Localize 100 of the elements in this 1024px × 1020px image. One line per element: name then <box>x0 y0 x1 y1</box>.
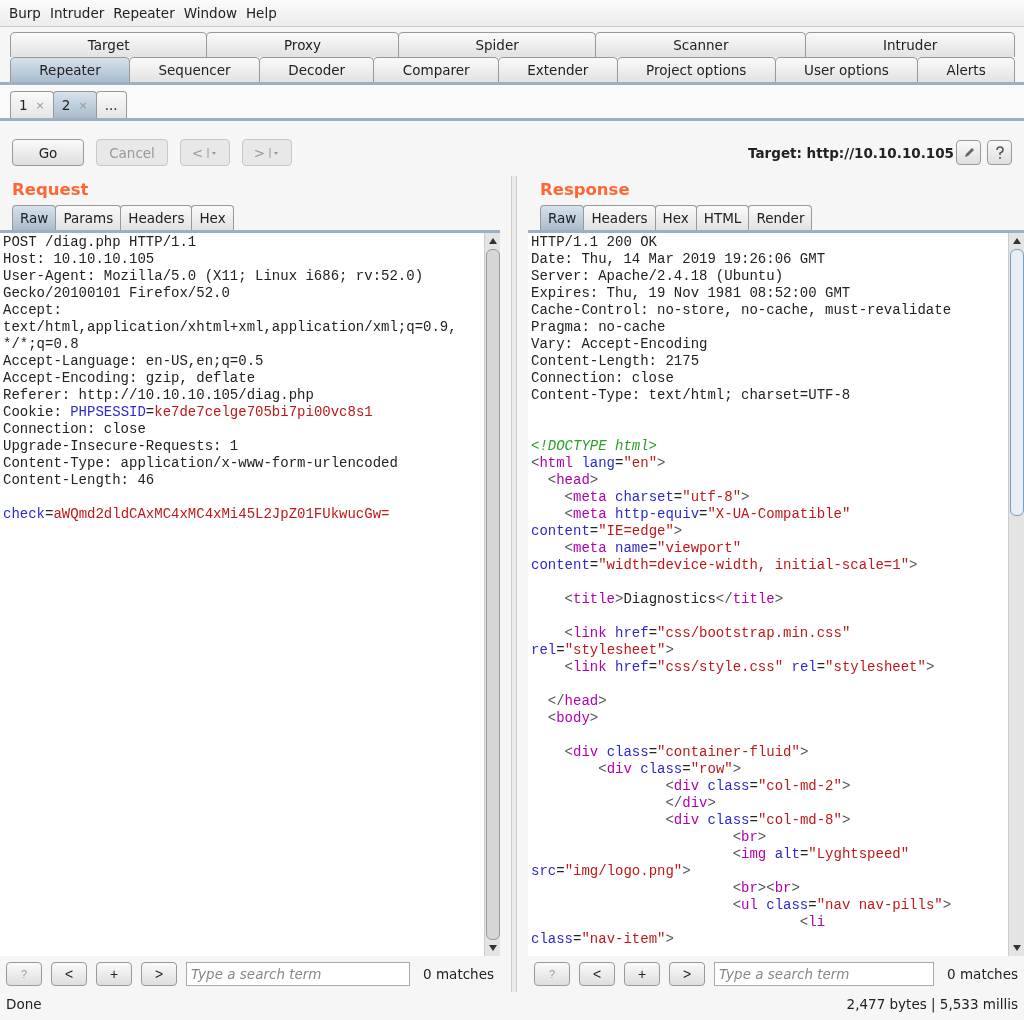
tool-tab[interactable]: User options <box>774 57 919 82</box>
code-line: <div class="col-md-8"> <box>664 812 852 829</box>
tool-tab[interactable]: Intruder <box>805 32 1016 57</box>
help-button[interactable] <box>987 140 1012 165</box>
menu-item[interactable]: Intruder <box>47 5 107 21</box>
code-line: class="nav-item"> <box>531 931 675 948</box>
code-line: src="img/logo.png"> <box>531 863 692 880</box>
code-line: Server: Apache/2.4.18 (Ubuntu) <box>531 268 785 285</box>
code-line: Content-Type: text/html; charset=UTF-8 <box>531 387 852 404</box>
code-line: <title>Diagnostics</title> <box>563 591 785 608</box>
help-icon <box>994 145 1005 160</box>
code-line: <!DOCTYPE html> <box>531 438 659 455</box>
down-arrow-icon[interactable] <box>1011 943 1022 953</box>
pane-title: Response <box>539 179 631 201</box>
add-button[interactable]: + <box>624 962 660 986</box>
code-line: */*;q=0.8 <box>3 336 80 353</box>
add-button[interactable]: + <box>96 962 132 986</box>
tool-tab[interactable]: Project options <box>616 57 776 82</box>
next-button[interactable]: > <box>669 962 705 986</box>
request-tab[interactable]: ... <box>95 91 127 118</box>
view-tab[interactable]: Raw <box>540 205 585 230</box>
code-line: rel="stylesheet"> <box>531 642 675 659</box>
previous-button[interactable]: < <box>579 962 615 986</box>
code-line: Accept-Language: en-US,en;q=0.5 <box>3 353 265 370</box>
view-tab[interactable]: Raw <box>12 205 57 230</box>
menu-item[interactable]: Window <box>181 5 239 21</box>
menu-item[interactable]: Burp <box>7 5 43 21</box>
code-line: <head> <box>546 472 600 489</box>
code-line: HTTP/1.1 200 OK <box>531 234 659 251</box>
tool-tab[interactable]: Spider <box>397 32 597 57</box>
code-line: <br> <box>731 829 768 846</box>
tool-tab[interactable]: Comparer <box>373 57 499 82</box>
response-stats: 2,477 bytes | 5,533 millis <box>846 996 1018 1012</box>
code-line: <div class="container-fluid"> <box>563 744 810 761</box>
tab-label: 1 <box>19 97 28 113</box>
code-line: Vary: Accept-Encoding <box>531 336 709 353</box>
match-count: 0 matches <box>947 966 1018 982</box>
caret-icon <box>268 146 281 159</box>
edit-button[interactable] <box>956 140 981 165</box>
scrollbar[interactable] <box>1008 233 1024 956</box>
code-line: Gecko/20100101 Firefox/52.0 <box>3 285 231 302</box>
code-line: <html lang="en"> <box>531 455 667 472</box>
code-line: Referer: http://10.10.10.105/diag.php <box>3 387 315 404</box>
view-tab[interactable]: Headers <box>120 205 193 230</box>
code-line: <img alt="Lyghtspeed" <box>731 846 911 863</box>
code-line: <meta http-equiv="X-UA-Compatible" <box>563 506 852 523</box>
code-line: Host: 10.10.10.105 <box>3 251 156 268</box>
code-line: Connection: close <box>531 370 675 387</box>
code-line: <link href="css/style.css" rel="stylesheet"> <box>563 659 936 676</box>
tool-tab[interactable]: Sequencer <box>129 57 260 82</box>
code-line: <div class="row"> <box>597 761 743 778</box>
menu-item[interactable]: Help <box>243 5 279 21</box>
request-tab[interactable]: 1 × <box>10 91 54 118</box>
code-line: Cache-Control: no-store, no-cache, must-revalidate <box>531 302 953 319</box>
up-arrow-icon[interactable] <box>487 236 498 246</box>
code-line: </head> <box>546 693 608 710</box>
tab-label: 2 <box>61 97 71 113</box>
scroll-thumb[interactable] <box>1010 249 1024 516</box>
code-line: <body> <box>546 710 600 727</box>
scroll-thumb[interactable] <box>486 249 500 940</box>
go-button[interactable]: Go <box>12 139 84 166</box>
view-tab[interactable]: HTML <box>695 205 750 230</box>
tool-tab[interactable]: Decoder <box>258 57 375 82</box>
view-tab[interactable]: Headers <box>583 205 656 230</box>
tool-tab[interactable]: Target <box>10 32 208 57</box>
tool-tab[interactable]: Scanner <box>595 32 807 57</box>
search-field[interactable]: Type a search term <box>714 962 935 986</box>
next-button[interactable]: > <box>141 962 177 986</box>
tool-tab[interactable]: Proxy <box>206 32 399 57</box>
code-line: Content-Length: 2175 <box>531 353 701 370</box>
code-line: Accept-Encoding: gzip, deflate <box>3 370 257 387</box>
menu-item[interactable]: Repeater <box>111 5 177 21</box>
message-editor[interactable] <box>0 233 500 956</box>
view-tab[interactable]: Params <box>55 205 122 230</box>
view-tab[interactable]: Hex <box>191 205 234 230</box>
code-line: POST /diag.php HTTP/1.1 <box>3 234 198 251</box>
tool-tab[interactable]: Alerts <box>917 57 1016 82</box>
scrollbar[interactable] <box>484 233 500 956</box>
code-line: content="width=device-width, initial-scale=1"> <box>531 557 919 574</box>
code-line: Content-Length: 46 <box>3 472 156 489</box>
pane-title: Request <box>11 179 90 201</box>
search-field[interactable]: Type a search term <box>186 962 411 986</box>
code-line: check=aWQmd2dldCAxMC4xMC4xMi45L2JpZ01FUkwucGw= <box>3 506 391 523</box>
tool-tab[interactable]: Repeater <box>10 57 131 82</box>
tool-tab[interactable]: Extender <box>497 57 618 82</box>
code-line: </div> <box>664 795 717 812</box>
code-line: text/html,application/xhtml+xml,application/xml;q=0.9, <box>3 319 458 336</box>
request-tab[interactable]: 2 × <box>52 91 97 118</box>
code-line: <ul class="nav nav-pills"> <box>731 897 953 914</box>
view-tab[interactable]: Hex <box>654 205 697 230</box>
code-line: Connection: close <box>3 421 147 438</box>
view-tab[interactable]: Render <box>748 205 813 230</box>
tab-label: ... <box>104 97 118 113</box>
up-arrow-icon[interactable] <box>1011 236 1022 246</box>
previous-button[interactable]: < <box>51 962 87 986</box>
code-line: <div class="col-md-2"> <box>664 778 852 795</box>
code-line: User-Agent: Mozilla/5.0 (X11; Linux i686; rv:52.0) <box>3 268 425 285</box>
down-arrow-icon[interactable] <box>487 943 498 953</box>
code-line: <br><br> <box>731 880 801 897</box>
message-editor[interactable] <box>528 233 1024 956</box>
